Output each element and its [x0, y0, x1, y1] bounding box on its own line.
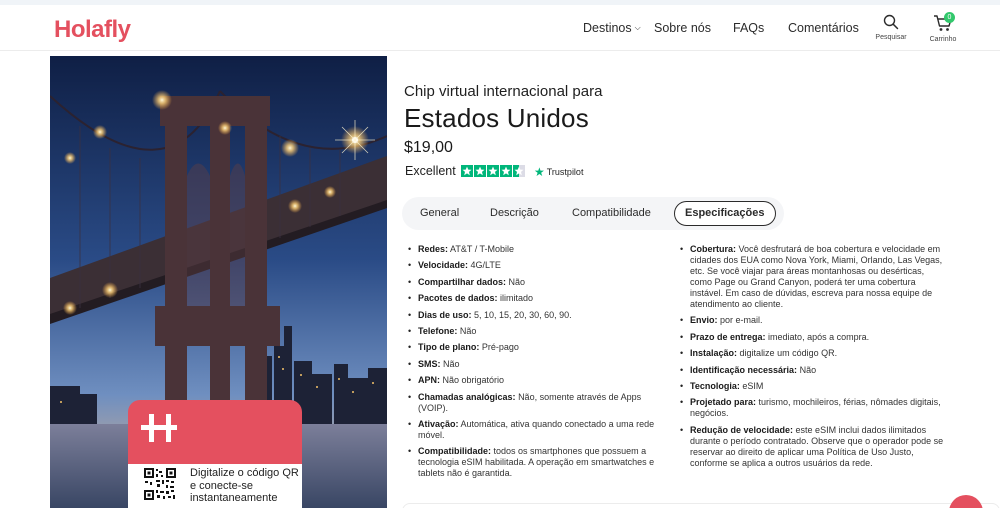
- next-section-card: [402, 503, 1000, 508]
- spec-item: Envio: por e-mail.: [679, 315, 947, 326]
- spec-value: Não obrigatório: [442, 375, 505, 386]
- spec-value: AT&T / T-Mobile: [450, 244, 515, 254]
- nav-destinos-label: Destinos: [583, 21, 632, 35]
- spec-label: Tecnologia:: [690, 380, 740, 391]
- spec-label: Chamadas analógicas:: [418, 391, 516, 402]
- spec-item: Cobertura: Você desfrutará de boa cobert…: [679, 244, 947, 310]
- spec-item: Compartilhar dados: Não: [407, 277, 669, 288]
- spec-label: Envio:: [690, 315, 718, 326]
- spec-label: Velocidade:: [418, 260, 469, 271]
- product-subtitle: Chip virtual internacional para: [404, 83, 603, 100]
- spec-item: Prazo de entrega: imediato, após a compr…: [679, 332, 947, 343]
- spec-label: SMS:: [418, 358, 441, 369]
- spec-item: Identificação necessária: Não: [679, 365, 947, 376]
- spec-label: Redução de velocidade:: [690, 424, 794, 435]
- spec-item: Redes: AT&T / T-Mobile: [407, 244, 669, 255]
- spec-label: Identificação necessária:: [690, 364, 798, 375]
- holafly-logo[interactable]: Holafly: [54, 16, 131, 44]
- tab-especificacoes[interactable]: Especificações: [674, 201, 776, 226]
- specs-list-left: Redes: AT&T / T-Mobile Velocidade: 4G/LTE…: [407, 244, 669, 485]
- esim-card-header: [128, 400, 302, 464]
- nav-comentarios[interactable]: Comentários: [788, 21, 859, 35]
- spec-value: imediato, após a compra.: [768, 331, 870, 342]
- esim-card-body: Digitalize o código QR e conecte-se inst…: [128, 464, 302, 508]
- spec-item: Telefone: Não: [407, 326, 669, 337]
- star-icon: [487, 165, 499, 177]
- spec-item: Pacotes de dados: ilimitado: [407, 293, 669, 304]
- spec-label: Compartilhar dados:: [418, 276, 507, 287]
- spec-value: Não: [799, 364, 817, 375]
- spec-item: Dias de uso: 5, 10, 15, 20, 30, 60, 90.: [407, 310, 669, 321]
- spec-item: Instalação: digitalize um código QR.: [679, 348, 947, 359]
- spec-value: 5, 10, 15, 20, 30, 60, 90.: [474, 309, 572, 320]
- spec-item: Tipo de plano: Pré-pago: [407, 342, 669, 353]
- qr-code-icon: [144, 468, 176, 500]
- trustpilot-logo: ★ Trustpilot: [534, 165, 583, 179]
- star-icon: [461, 165, 473, 177]
- esim-card: Digitalize o código QR e conecte-se inst…: [128, 400, 302, 508]
- tab-compatibilidade[interactable]: Compatibilidade: [572, 207, 651, 219]
- spec-item: Tecnologia: eSIM: [679, 381, 947, 392]
- spec-item: APN: Não obrigatório: [407, 375, 669, 386]
- spec-value: Pré-pago: [481, 342, 519, 353]
- spec-label: Ativação:: [418, 418, 459, 429]
- spec-value: Não: [508, 276, 526, 287]
- spec-item: Ativação: Automática, ativa quando conec…: [407, 419, 669, 441]
- spec-label: APN:: [418, 375, 440, 386]
- search-button[interactable]: Pesquisar: [873, 14, 909, 41]
- tab-general[interactable]: General: [420, 207, 459, 219]
- rating-stars: [461, 165, 525, 177]
- spec-label: Cobertura:: [690, 244, 737, 254]
- site-header: Holafly Destinos ⌵ Sobre nós FAQs Comentá…: [0, 5, 1000, 51]
- trustpilot-star-icon: ★: [534, 165, 545, 179]
- trustpilot-brand: Trustpilot: [546, 167, 584, 177]
- cart-count-badge: 0: [944, 12, 955, 23]
- spec-label: Telefone:: [418, 325, 458, 336]
- esim-card-text: Digitalize o código QR e conecte-se inst…: [190, 467, 299, 504]
- specs-list-right: Cobertura: Você desfrutará de boa cobert…: [679, 244, 947, 474]
- spec-value: eSIM: [742, 380, 764, 391]
- star-icon: [474, 165, 486, 177]
- spec-item: Redução de velocidade: este eSIM inclui …: [679, 425, 947, 469]
- nav-destinos[interactable]: Destinos ⌵: [583, 21, 641, 35]
- chat-button[interactable]: [949, 495, 983, 508]
- spec-value: ilimitado: [500, 293, 534, 304]
- search-icon: [883, 14, 899, 30]
- tab-descricao[interactable]: Descrição: [490, 207, 539, 219]
- spec-label: Dias de uso:: [418, 309, 472, 320]
- spec-value: por e-mail.: [720, 315, 763, 326]
- spec-label: Redes:: [418, 244, 449, 254]
- product-title: Estados Unidos: [404, 103, 589, 133]
- nav-faqs[interactable]: FAQs: [733, 21, 764, 35]
- nav-sobre-nos[interactable]: Sobre nós: [654, 21, 711, 35]
- product-price: $19,00: [404, 139, 453, 156]
- spec-item: Projetado para: turismo, mochileiros, fé…: [679, 397, 947, 419]
- spec-label: Tipo de plano:: [418, 342, 480, 353]
- spec-label: Compatibilidade:: [418, 446, 492, 457]
- holafly-h-icon: [141, 414, 177, 442]
- spec-value: Não: [459, 325, 477, 336]
- cart-button[interactable]: 0 Carrinho: [925, 12, 961, 43]
- spec-label: Projetado para:: [690, 397, 757, 408]
- rating-text: Excellent: [405, 164, 456, 178]
- star-icon: [513, 165, 525, 177]
- search-label: Pesquisar: [875, 34, 907, 41]
- chevron-down-icon: ⌵: [634, 23, 641, 32]
- cart-label: Carrinho: [929, 36, 957, 43]
- spec-item: Velocidade: 4G/LTE: [407, 260, 669, 271]
- spec-value: Não: [443, 358, 460, 369]
- spec-label: Pacotes de dados:: [418, 293, 498, 304]
- spec-value: digitalize um código QR.: [739, 348, 838, 359]
- spec-item: Chamadas analógicas: Não, somente atravé…: [407, 392, 669, 414]
- spec-label: Prazo de entrega:: [690, 331, 766, 342]
- spec-value: 4G/LTE: [470, 260, 501, 271]
- spec-label: Instalação:: [690, 348, 738, 359]
- star-icon: [500, 165, 512, 177]
- spec-item: Compatibilidade: todos os smartphones qu…: [407, 446, 669, 479]
- spec-item: SMS: Não: [407, 359, 669, 370]
- product-tabs: General Descrição Compatibilidade Especi…: [402, 197, 784, 230]
